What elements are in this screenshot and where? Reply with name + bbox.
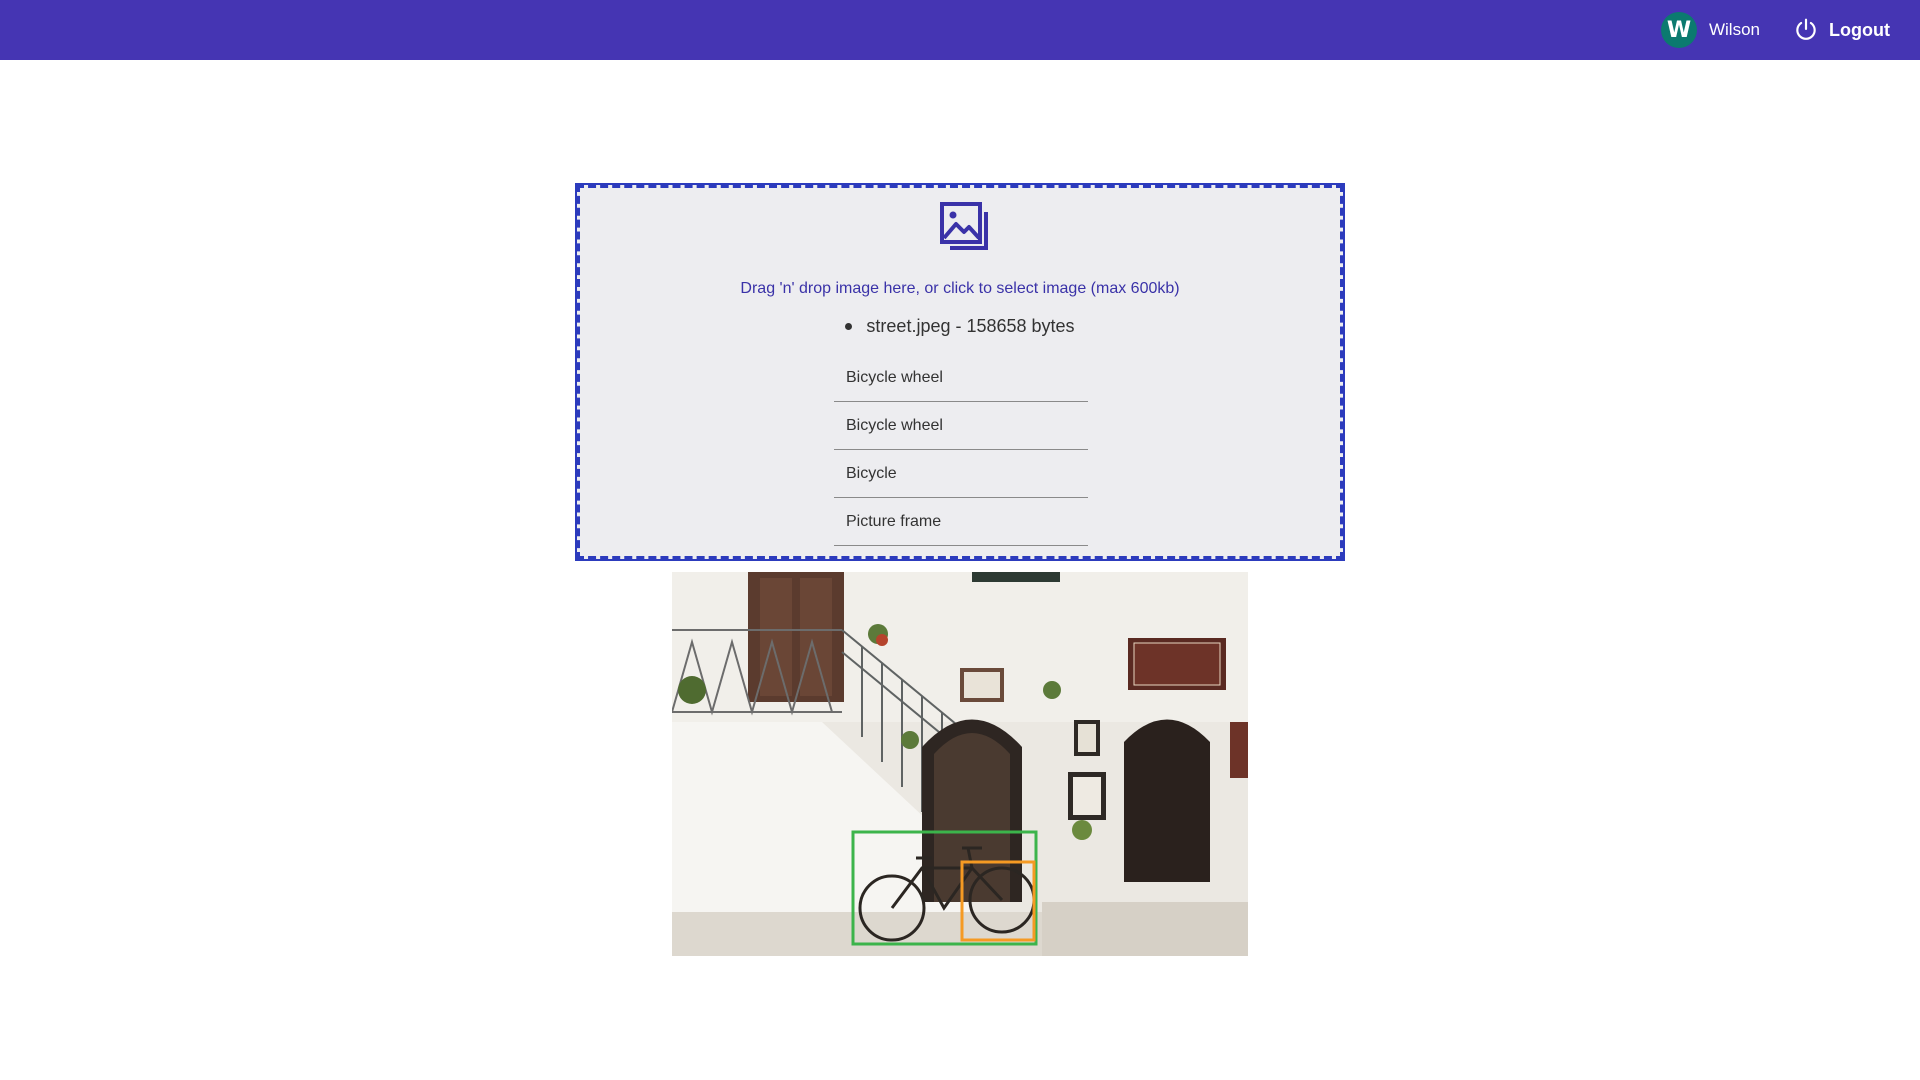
street-photo [672, 572, 1248, 956]
power-icon [1796, 18, 1816, 40]
images-icon [940, 202, 988, 250]
logout-label: Logout [1829, 19, 1890, 40]
detected-label: Picture frame [834, 498, 1088, 546]
detected-label: Bicycle [834, 450, 1088, 498]
username: Wilson [1708, 20, 1760, 39]
detected-label: Bicycle wheel [834, 402, 1088, 450]
dropzone-instruction: Drag 'n' drop image here, or click to se… [740, 280, 1180, 297]
avatar: W [1660, 12, 1697, 48]
logout-button[interactable]: Logout [1793, 12, 1890, 48]
image-dropzone[interactable]: Drag 'n' drop image here, or click to se… [575, 183, 1345, 561]
file-item: street.jpeg - 158658 bytes [845, 316, 1075, 337]
uploaded-image-preview [672, 572, 1248, 956]
bullet-icon [845, 323, 853, 330]
top-bar: W Wilson Logout [0, 0, 1920, 60]
file-name: street.jpeg - 158658 bytes [866, 316, 1075, 336]
detected-labels-list: Bicycle wheel Bicycle wheel Bicycle Pict… [834, 354, 1088, 546]
file-list: street.jpeg - 158658 bytes [580, 316, 1340, 337]
detected-label: Bicycle wheel [834, 354, 1088, 402]
user-menu[interactable]: W Wilson [1660, 12, 1760, 48]
